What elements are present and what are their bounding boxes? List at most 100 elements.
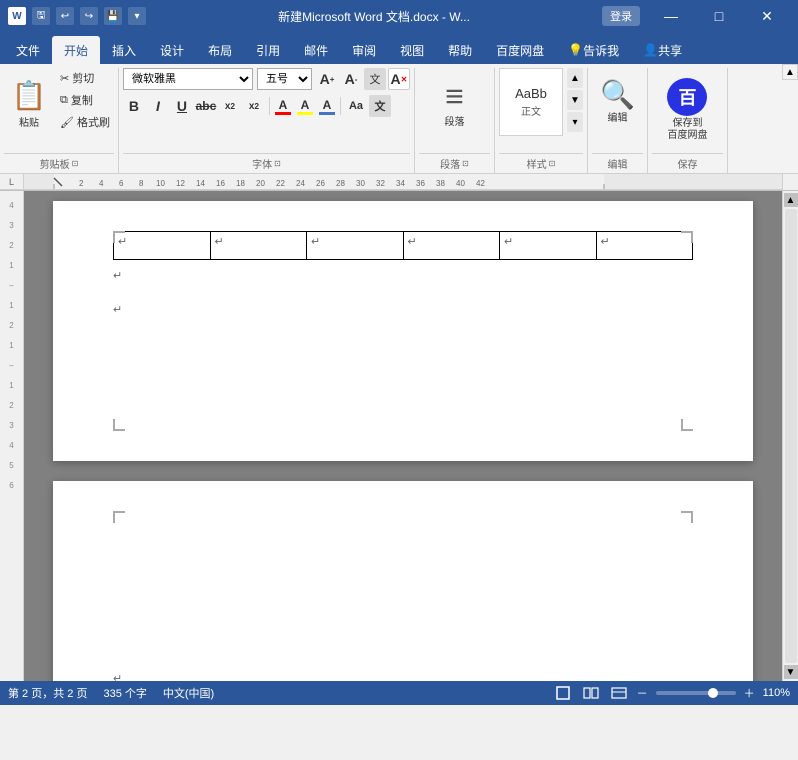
clear-format-button[interactable]: A✕ [388, 68, 410, 90]
style-more-button[interactable]: ▾ [567, 112, 583, 132]
table-cell-6[interactable]: ↵ [596, 232, 693, 260]
zoom-out-button[interactable]: － [637, 685, 648, 701]
autosave-btn[interactable]: 💾 [104, 7, 122, 25]
save-quick-btn[interactable]: 🖫 [32, 7, 50, 25]
clipboard-label: 剪贴板 ⊡ [4, 153, 114, 173]
copy-icon: ⧉ [60, 94, 68, 107]
tab-layout[interactable]: 布局 [196, 36, 244, 64]
format-row: B I U abc x2 x2 A A A [123, 95, 391, 117]
font-size-select[interactable]: 五号 [257, 68, 312, 90]
tab-share[interactable]: 👤 共享 [631, 36, 694, 64]
decrease-font-button[interactable]: A- [340, 68, 362, 90]
format-painter-button[interactable]: 🖌 格式刷 [56, 112, 114, 132]
vertical-scrollbar[interactable]: ▲ ▼ [782, 191, 798, 681]
style-up-button[interactable]: ▲ [567, 68, 583, 88]
tab-file[interactable]: 文件 [4, 36, 52, 64]
font-expand-icon[interactable]: ⊡ [274, 159, 281, 168]
style-preview-text: AaBb [515, 86, 547, 101]
document-scroll-area[interactable]: ↵ ↵ ↵ ↵ ↵ ↵ ↵ ↵ ↵ [24, 191, 782, 681]
table-cell-4[interactable]: ↵ [403, 232, 500, 260]
tab-tell-me[interactable]: 💡 告诉我 [556, 36, 631, 64]
table-cell-2[interactable]: ↵ [210, 232, 307, 260]
baidu-save-button[interactable]: 百 保存到百度网盘 [661, 74, 713, 146]
web-layout-button[interactable] [609, 683, 629, 703]
text-color-button[interactable]: A [318, 97, 336, 116]
style-down-button[interactable]: ▼ [567, 90, 583, 110]
style-preview[interactable]: AaBb 正文 [499, 68, 563, 136]
page-margin-tl [113, 231, 125, 243]
tab-help[interactable]: 帮助 [436, 36, 484, 64]
maximize-button[interactable]: □ [696, 0, 742, 32]
svg-text:12: 12 [176, 179, 185, 188]
svg-text:24: 24 [296, 179, 305, 188]
print-layout-button[interactable] [553, 683, 573, 703]
ruler-row: L // Render ruler ticks 2 4 6 8 10 12 14 [0, 174, 798, 191]
clipboard-expand-icon[interactable]: ⊡ [72, 159, 79, 168]
paragraph-expand-icon[interactable]: ⊡ [462, 159, 469, 168]
title-bar: W 🖫 ↩ ↪ 💾 ▾ 新建Microsoft Word 文档.docx - W… [0, 0, 798, 32]
tab-mailing[interactable]: 邮件 [292, 36, 340, 64]
tab-design[interactable]: 设计 [148, 36, 196, 64]
scroll-thumb[interactable] [785, 209, 797, 663]
svg-text:20: 20 [256, 179, 265, 188]
minimize-button[interactable]: — [648, 0, 694, 32]
copy-button[interactable]: ⧉ 复制 [56, 90, 114, 110]
change-case-button[interactable]: Aa [345, 95, 367, 117]
tab-insert[interactable]: 插入 [100, 36, 148, 64]
main-content: 4 3 2 1 – 1 2 1 – 1 2 3 4 5 6 ↵ ↵ [0, 191, 798, 681]
scroll-down-button[interactable]: ▼ [784, 665, 798, 679]
vertical-ruler: 4 3 2 1 – 1 2 1 – 1 2 3 4 5 6 [0, 191, 24, 681]
scroll-up-button[interactable]: ▲ [784, 193, 798, 207]
title-bar-left: W 🖫 ↩ ↪ 💾 ▾ [8, 7, 146, 25]
svg-text:16: 16 [216, 179, 225, 188]
svg-text:4: 4 [99, 179, 104, 188]
text-effect-icon[interactable]: 文 [364, 68, 386, 90]
para-mark-page2: ↵ [113, 671, 693, 681]
subscript-button[interactable]: x2 [219, 95, 241, 117]
ruler-corner[interactable]: L [0, 174, 24, 190]
reading-mode-button[interactable] [581, 683, 601, 703]
increase-font-button[interactable]: A+ [316, 68, 338, 90]
svg-text:10: 10 [156, 179, 165, 188]
close-button[interactable]: ✕ [744, 0, 790, 32]
tab-references[interactable]: 引用 [244, 36, 292, 64]
editing-button[interactable]: 🔍 编辑 [594, 74, 641, 146]
zoom-thumb[interactable] [708, 688, 718, 698]
highlight-color-button[interactable]: A [296, 97, 314, 116]
undo-btn[interactable]: ↩ [56, 7, 74, 25]
zoom-slider[interactable] [656, 691, 736, 695]
text-color-bar [319, 112, 335, 115]
zoom-in-button[interactable]: ＋ [744, 685, 755, 701]
strikethrough-button[interactable]: abc [195, 95, 217, 117]
table-cell-3[interactable]: ↵ [307, 232, 404, 260]
phonetic-button[interactable]: 文 [369, 95, 391, 117]
svg-text:14: 14 [196, 179, 205, 188]
svg-text:6: 6 [119, 179, 124, 188]
title-bar-controls: — □ ✕ [648, 0, 790, 32]
tab-review[interactable]: 审阅 [340, 36, 388, 64]
style-arrows: ▲ ▼ ▾ [567, 68, 583, 132]
paragraph-label: 段落 ⊡ [419, 153, 490, 173]
styles-expand-icon[interactable]: ⊡ [549, 159, 556, 168]
tab-view[interactable]: 视图 [388, 36, 436, 64]
tab-baidu[interactable]: 百度网盘 [484, 36, 556, 64]
status-bar: 第 2 页，共 2 页 335 个字 中文(中国) － ＋ 110% [0, 681, 798, 705]
font-name-select[interactable]: 微软雅黑 [123, 68, 253, 90]
superscript-button[interactable]: x2 [243, 95, 265, 117]
font-color-button[interactable]: A [274, 97, 292, 116]
svg-text:38: 38 [436, 179, 445, 188]
cut-button[interactable]: ✂ 剪切 [56, 68, 114, 88]
italic-button[interactable]: I [147, 95, 169, 117]
table-cell-5[interactable]: ↵ [500, 232, 597, 260]
styles-label: 样式 ⊡ [499, 153, 583, 173]
table-cell-1[interactable]: ↵ [114, 232, 211, 260]
paste-button[interactable]: 📋 粘贴 [4, 68, 54, 140]
underline-button[interactable]: U [171, 95, 193, 117]
paragraph-button[interactable]: ≡ 段落 [434, 74, 474, 146]
ribbon-collapse-button[interactable]: ▲ [782, 64, 798, 80]
login-button[interactable]: 登录 [602, 6, 640, 26]
bold-button[interactable]: B [123, 95, 145, 117]
tab-home[interactable]: 开始 [52, 36, 100, 64]
more-quick-btn[interactable]: ▾ [128, 7, 146, 25]
redo-btn[interactable]: ↪ [80, 7, 98, 25]
